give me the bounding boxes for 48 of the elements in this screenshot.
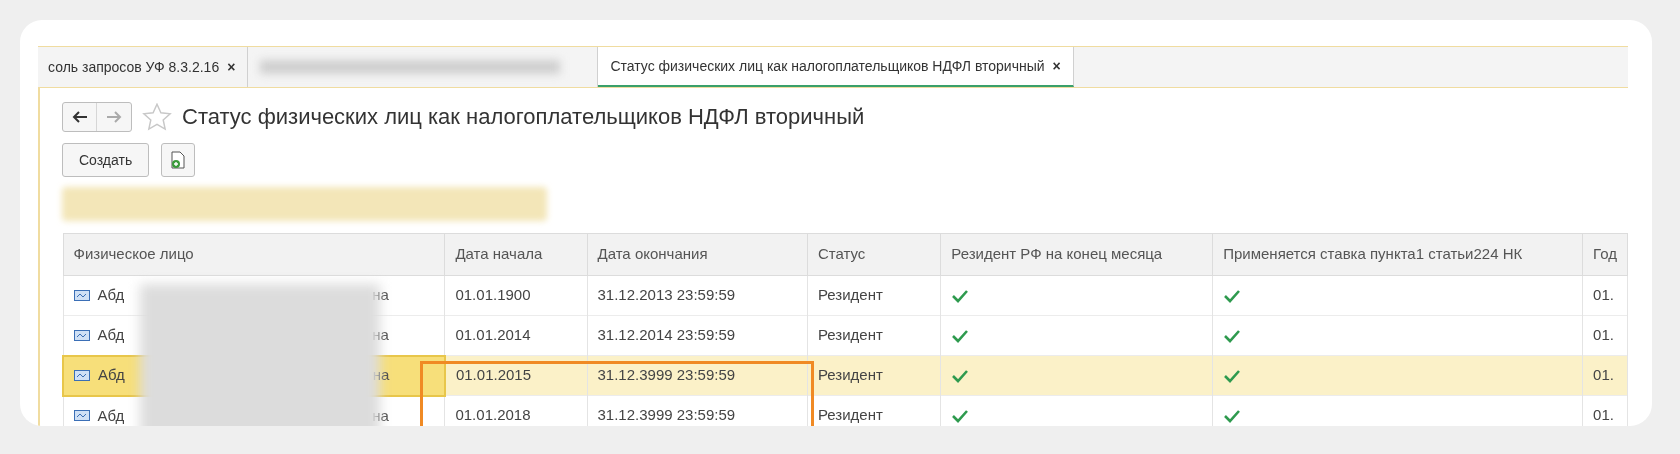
close-button[interactable]: ×	[1052, 55, 1061, 77]
table-cell: 01.	[1582, 395, 1628, 426]
table-cell: 31.12.2014 23:59:59	[587, 315, 808, 356]
right-arrow-icon	[106, 110, 122, 123]
table-cell: Резидент	[807, 275, 941, 316]
tab-label: Статус физических лиц как налогоплательщиков НДФЛ вторичный	[610, 56, 1045, 76]
person-name-start: Абд	[97, 405, 125, 426]
column-header[interactable]: Статус	[807, 233, 941, 276]
tab[interactable]: соль запросов УФ 8.3.2.16 ×	[36, 47, 249, 87]
star-icon[interactable]	[142, 102, 172, 131]
close-button[interactable]: ×	[227, 56, 236, 78]
table-cell: 31.12.3999 23:59:59	[587, 355, 808, 396]
column-header[interactable]: Год	[1582, 233, 1628, 276]
person-name-start: Абд	[98, 365, 125, 386]
table-cell: 01.	[1582, 275, 1628, 316]
column-header[interactable]: Дата окончания	[587, 233, 808, 276]
person-name-end: на	[372, 285, 389, 306]
column-header[interactable]: Физическое лицо	[63, 233, 445, 276]
table-cell: 01.01.2015	[444, 355, 587, 396]
table-cell: Резидент	[807, 355, 941, 396]
document-add-icon	[170, 151, 187, 169]
person-name-start: Абд	[97, 325, 125, 345]
column-header[interactable]: Применяется ставка пункта1 статьи224 НК	[1212, 233, 1583, 276]
person-name-end: на	[372, 405, 389, 426]
add-document-button[interactable]	[161, 143, 196, 177]
table-cell: 01.01.1900	[444, 275, 587, 316]
create-button[interactable]: Создать	[62, 143, 150, 177]
person-name-start: Абд	[97, 285, 125, 306]
table-cell: 01.01.2014	[444, 315, 587, 356]
column-header[interactable]: Дата начала	[444, 233, 587, 276]
table-cell: 01.01.2018	[444, 395, 587, 426]
table-cell: Резидент	[807, 315, 941, 356]
form-title: Статус физических лиц как налогоплательщиков НДФЛ вторичный	[182, 103, 865, 131]
table-cell: 01.	[1582, 315, 1628, 356]
record-icon	[73, 290, 90, 301]
table-cell: 01.	[1582, 355, 1628, 396]
column-header[interactable]: Резидент РФ на конец месяца	[940, 233, 1213, 276]
record-icon	[73, 410, 90, 422]
person-name-end: на	[372, 365, 390, 386]
record-icon	[74, 370, 90, 381]
record-icon	[73, 329, 90, 341]
table-cell: 31.12.2013 23:59:59	[587, 275, 808, 316]
tab[interactable]: Статус физических лиц как налогоплательщиков НДФЛ вторичный ×	[598, 47, 1074, 87]
tab-label: соль запросов УФ 8.3.2.16	[48, 57, 220, 77]
table-cell: 31.12.3999 23:59:59	[587, 395, 808, 426]
person-name-end: на	[372, 325, 389, 345]
table-cell: Резидент	[807, 395, 941, 426]
left-arrow-icon	[71, 110, 88, 123]
